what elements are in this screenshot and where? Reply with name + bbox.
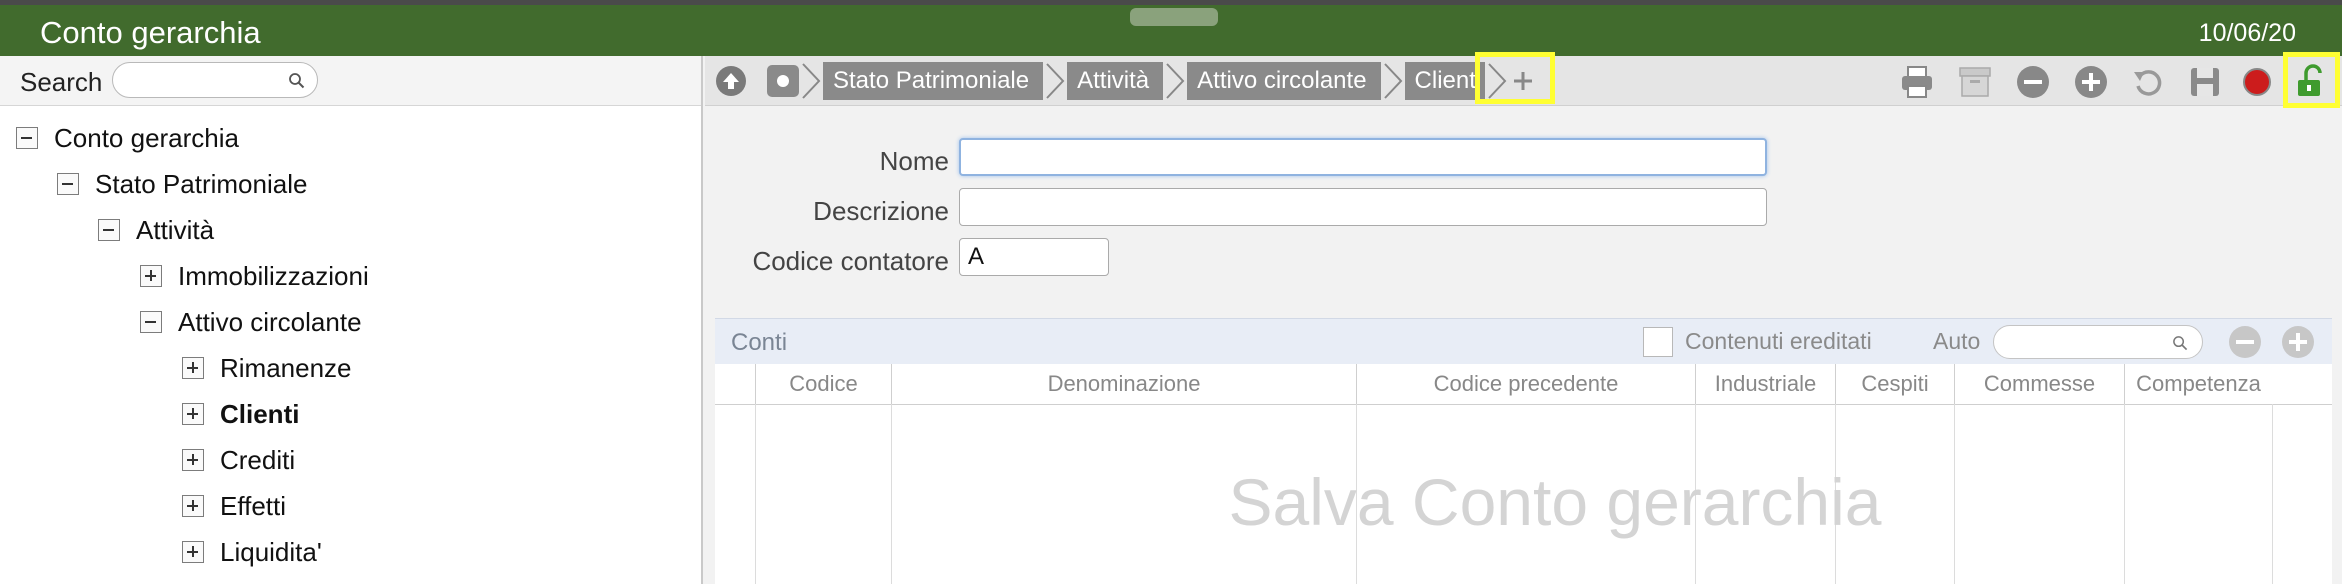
app-window: Conto gerarchia 10/06/20 Search Conto ge… bbox=[0, 0, 2342, 584]
root-icon[interactable] bbox=[767, 65, 799, 97]
search-bar: Search bbox=[0, 56, 701, 106]
plus-circle-icon[interactable] bbox=[2071, 62, 2111, 102]
column-header-codice[interactable]: Codice bbox=[755, 364, 891, 404]
grid-header-divider bbox=[715, 404, 2332, 405]
breadcrumb-item[interactable]: Stato Patrimoniale bbox=[823, 62, 1044, 100]
undo-icon[interactable] bbox=[2129, 62, 2169, 102]
tree-node-label: Attivo circolante bbox=[178, 306, 362, 337]
tree-node[interactable]: Stato Patrimoniale bbox=[57, 166, 307, 202]
auto-search-input[interactable] bbox=[1993, 325, 2203, 359]
up-arrow-icon[interactable] bbox=[715, 65, 747, 97]
tree-node-selected[interactable]: Clienti bbox=[182, 396, 299, 432]
tree-node-label: Rimanenze bbox=[220, 352, 352, 383]
search-label: Search bbox=[20, 67, 103, 97]
tree-node[interactable]: Conto gerarchia bbox=[16, 120, 239, 156]
breadcrumb-item[interactable]: Attivo circolante bbox=[1187, 62, 1381, 100]
search-input[interactable] bbox=[112, 62, 318, 98]
nome-input[interactable] bbox=[959, 138, 1767, 176]
chevron-right-icon bbox=[1383, 63, 1402, 99]
expand-icon[interactable] bbox=[182, 541, 204, 563]
grid-caption: Conti bbox=[731, 329, 788, 356]
chevron-right-icon bbox=[1166, 63, 1185, 99]
archive-icon[interactable] bbox=[1955, 62, 1995, 102]
title-bar: Conto gerarchia 10/06/20 bbox=[0, 0, 2342, 56]
highlight-add-breadcrumb bbox=[1475, 52, 1555, 104]
column-divider bbox=[2124, 404, 2125, 584]
highlight-unlock bbox=[2283, 52, 2340, 108]
detail-panel: Stato Patrimoniale Attività Attivo circo… bbox=[705, 52, 2342, 584]
expand-icon[interactable] bbox=[140, 265, 162, 287]
window-title: Conto gerarchia bbox=[40, 15, 261, 50]
codice-contatore-input[interactable] bbox=[959, 238, 1109, 276]
search-icon bbox=[2173, 336, 2188, 351]
chevron-right-icon bbox=[802, 63, 821, 99]
tree-node-label: Crediti bbox=[220, 444, 296, 475]
empty-grid-message: Salva Conto gerarchia bbox=[1228, 465, 1882, 539]
tree-node-label: Stato Patrimoniale bbox=[95, 168, 308, 199]
collapse-icon[interactable] bbox=[16, 127, 38, 149]
record-icon[interactable] bbox=[2237, 62, 2277, 102]
column-divider bbox=[1954, 404, 1955, 584]
descrizione-label: Descrizione bbox=[813, 196, 949, 226]
column-header-cespiti[interactable]: Cespiti bbox=[1835, 364, 1954, 404]
column-header-codice-precedente[interactable]: Codice precedente bbox=[1356, 364, 1695, 404]
tree-node-label: Liquidita' bbox=[220, 536, 322, 567]
breadcrumb: Stato Patrimoniale Attività Attivo circo… bbox=[767, 62, 1537, 100]
grid-remove-icon[interactable] bbox=[2227, 324, 2263, 360]
chevron-right-icon bbox=[1046, 63, 1065, 99]
current-date: 10/06/20 bbox=[2198, 19, 2296, 47]
tree-node[interactable]: Liquidita' bbox=[182, 534, 322, 570]
tree-node[interactable]: Attività bbox=[98, 212, 214, 248]
expand-icon[interactable] bbox=[182, 495, 204, 517]
tree-node-label: Conto gerarchia bbox=[54, 122, 239, 153]
breadcrumb-item[interactable]: Attività bbox=[1067, 62, 1164, 100]
nome-label: Nome bbox=[879, 146, 949, 176]
inherited-checkbox[interactable] bbox=[1643, 327, 1673, 357]
tree-node-label: Effetti bbox=[220, 490, 287, 521]
auto-label: Auto bbox=[1933, 328, 1981, 354]
inherited-label: Contenuti ereditati bbox=[1685, 328, 1872, 354]
grid-header-bar: Conti Contenuti ereditati Auto bbox=[715, 318, 2332, 364]
tree-node[interactable]: Rimanenze bbox=[182, 350, 352, 386]
collapse-icon[interactable] bbox=[140, 311, 162, 333]
tree-node[interactable]: Attivo circolante bbox=[140, 304, 362, 340]
save-icon[interactable] bbox=[2185, 62, 2225, 102]
breadcrumb-item-current[interactable]: Clienti bbox=[1404, 62, 1486, 100]
grid-add-icon[interactable] bbox=[2280, 324, 2316, 360]
tree-node[interactable]: Effetti bbox=[182, 488, 286, 524]
expand-icon[interactable] bbox=[182, 357, 204, 379]
tree-node-label: Attività bbox=[136, 214, 215, 245]
collapse-icon[interactable] bbox=[57, 173, 79, 195]
descrizione-input[interactable] bbox=[959, 188, 1767, 226]
codice-contatore-label: Codice contatore bbox=[752, 246, 949, 276]
column-divider bbox=[2272, 404, 2273, 584]
column-header-competenza[interactable]: Competenza bbox=[2124, 364, 2272, 404]
search-icon bbox=[289, 73, 305, 89]
column-header-denominazione[interactable]: Denominazione bbox=[891, 364, 1356, 404]
column-header-commesse[interactable]: Commesse bbox=[1954, 364, 2124, 404]
tree-node-label: Clienti bbox=[220, 398, 300, 429]
toolbar: Stato Patrimoniale Attività Attivo circo… bbox=[705, 52, 2342, 108]
tree-node[interactable]: Immobilizzazioni bbox=[140, 258, 369, 294]
expand-icon[interactable] bbox=[182, 403, 204, 425]
print-icon[interactable] bbox=[1897, 62, 1937, 102]
tree-node[interactable]: Crediti bbox=[182, 442, 295, 478]
column-divider bbox=[891, 404, 892, 584]
expand-icon[interactable] bbox=[182, 449, 204, 471]
window-grip[interactable] bbox=[1130, 8, 1218, 26]
minus-circle-icon[interactable] bbox=[2013, 62, 2053, 102]
collapse-icon[interactable] bbox=[98, 219, 120, 241]
column-header-industriale[interactable]: Industriale bbox=[1695, 364, 1835, 404]
tree-panel: Search Conto gerarchia Stato Patrimonial… bbox=[0, 56, 703, 584]
tree-node-label: Immobilizzazioni bbox=[178, 260, 369, 291]
column-divider bbox=[755, 404, 756, 584]
